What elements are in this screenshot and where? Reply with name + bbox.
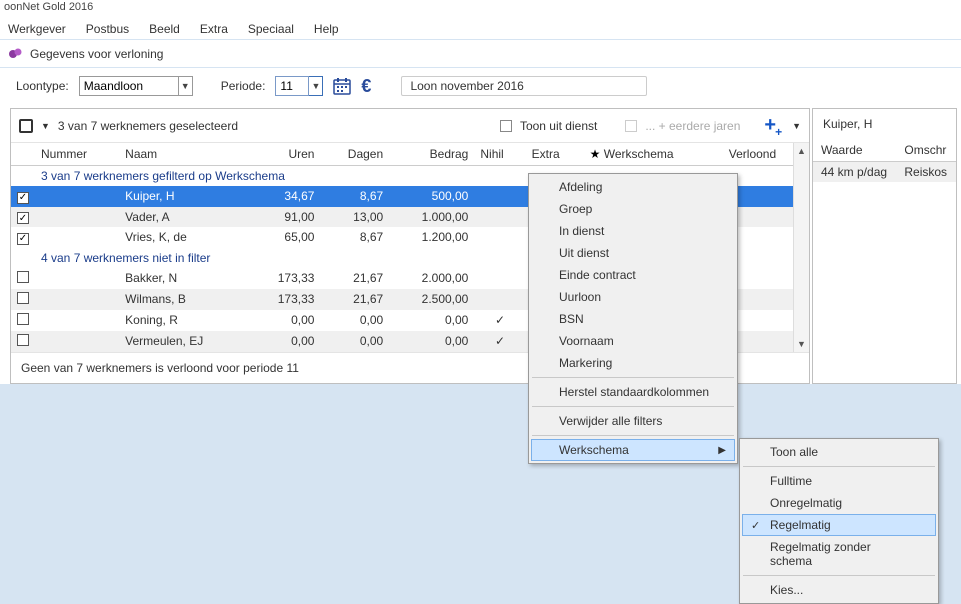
chevron-down-icon[interactable]: ▼ (309, 76, 323, 96)
menu-item-werkschema[interactable]: Werkschema ▶ (531, 439, 735, 461)
app-icon (8, 46, 24, 62)
chevron-down-icon[interactable]: ▼ (41, 121, 50, 131)
col-extra[interactable]: Extra (526, 143, 584, 166)
row-checkbox[interactable]: ✓ (17, 212, 29, 224)
loontype-select[interactable] (79, 76, 179, 96)
menu-help[interactable]: Help (314, 22, 339, 36)
menu-item-fulltime[interactable]: Fulltime (742, 470, 936, 492)
row-checkbox[interactable] (17, 271, 29, 283)
check-icon: ✓ (751, 519, 760, 532)
menu-item-uit-dienst[interactable]: Uit dienst (531, 242, 735, 264)
row-checkbox[interactable]: ✓ (17, 233, 29, 245)
toon-uit-dienst-checkbox[interactable] (500, 120, 512, 132)
column-context-menu: Afdeling Groep In dienst Uit dienst Eind… (528, 173, 738, 464)
period-description: Loon november 2016 (401, 76, 647, 96)
menu-separator (743, 466, 935, 467)
submenu-arrow-icon: ▶ (718, 445, 726, 456)
col-bedrag[interactable]: Bedrag (389, 143, 474, 166)
calendar-icon[interactable] (333, 77, 351, 95)
loontype-label: Loontype: (16, 79, 69, 93)
page-subheader: Gegevens voor verloning (0, 40, 961, 68)
page-title: Gegevens voor verloning (30, 47, 163, 61)
menu-separator (532, 377, 734, 378)
menu-item-kies[interactable]: Kies... (742, 579, 936, 601)
toolbar: Loontype: ▼ Periode: ▼ € Loon november 2… (0, 68, 961, 104)
select-all-checkbox[interactable] (19, 119, 33, 133)
selection-summary: 3 van 7 werknemers geselecteerd (58, 119, 238, 133)
col-omschr[interactable]: Omschr (896, 139, 956, 162)
row-checkbox[interactable] (17, 334, 29, 346)
main-menu: Werkgever Postbus Beeld Extra Speciaal H… (0, 18, 961, 40)
detail-panel: Kuiper, H Waarde Omschr 44 km p/dagReisk… (812, 108, 957, 384)
menu-item-groep[interactable]: Groep (531, 198, 735, 220)
menu-item-afdeling[interactable]: Afdeling (531, 176, 735, 198)
menu-item-regelmatig[interactable]: ✓ Regelmatig (742, 514, 936, 536)
scroll-down-icon[interactable]: ▼ (794, 336, 809, 352)
menu-item-uurloon[interactable]: Uurloon (531, 286, 735, 308)
window-title: oonNet Gold 2016 (0, 0, 961, 18)
col-dagen[interactable]: Dagen (320, 143, 389, 166)
add-icon[interactable]: + (764, 114, 776, 137)
werkschema-submenu: Toon alle Fulltime Onregelmatig ✓ Regelm… (739, 438, 939, 604)
row-checkbox[interactable] (17, 292, 29, 304)
chevron-down-icon[interactable]: ▼ (792, 121, 801, 131)
menu-item-regelmatig-zonder[interactable]: Regelmatig zonder schema (742, 536, 936, 572)
menu-werkgever[interactable]: Werkgever (8, 22, 66, 36)
chevron-down-icon[interactable]: ▼ (179, 76, 193, 96)
menu-postbus[interactable]: Postbus (86, 22, 129, 36)
menu-extra[interactable]: Extra (200, 22, 228, 36)
col-werkschema[interactable]: ★ Werkschema (584, 143, 723, 166)
scroll-up-icon[interactable]: ▲ (794, 143, 809, 159)
menu-item-voornaam[interactable]: Voornaam (531, 330, 735, 352)
menu-item-einde-contract[interactable]: Einde contract (531, 264, 735, 286)
col-check[interactable] (11, 143, 35, 166)
row-checkbox[interactable]: ✓ (17, 192, 29, 204)
menu-separator (532, 406, 734, 407)
menu-item-toon-alle[interactable]: Toon alle (742, 441, 936, 463)
eerdere-jaren-checkbox[interactable] (625, 120, 637, 132)
col-naam[interactable]: Naam (119, 143, 250, 166)
menu-separator (743, 575, 935, 576)
periode-input[interactable] (275, 76, 309, 96)
detail-table: Waarde Omschr 44 km p/dagReiskos (813, 139, 956, 182)
menu-item-bsn[interactable]: BSN (531, 308, 735, 330)
menu-beeld[interactable]: Beeld (149, 22, 180, 36)
toon-uit-dienst-label: Toon uit dienst (520, 119, 597, 133)
detail-title: Kuiper, H (813, 109, 956, 139)
menu-item-markering[interactable]: Markering (531, 352, 735, 374)
col-nihil[interactable]: Nihil (474, 143, 525, 166)
menu-item-verwijder-filters[interactable]: Verwijder alle filters (531, 410, 735, 432)
menu-item-onregelmatig[interactable]: Onregelmatig (742, 492, 936, 514)
euro-icon[interactable]: € (361, 76, 371, 97)
menu-separator (532, 435, 734, 436)
col-nummer[interactable]: Nummer (35, 143, 119, 166)
vertical-scrollbar[interactable]: ▲ ▼ (793, 143, 809, 352)
col-uren[interactable]: Uren (250, 143, 321, 166)
periode-label: Periode: (221, 79, 266, 93)
col-waarde[interactable]: Waarde (813, 139, 896, 162)
table-row[interactable]: 44 km p/dagReiskos (813, 162, 956, 183)
eerdere-jaren-label: ... + eerdere jaren (645, 119, 740, 133)
menu-speciaal[interactable]: Speciaal (248, 22, 294, 36)
menu-item-herstel[interactable]: Herstel standaardkolommen (531, 381, 735, 403)
menu-item-in-dienst[interactable]: In dienst (531, 220, 735, 242)
row-checkbox[interactable] (17, 313, 29, 325)
